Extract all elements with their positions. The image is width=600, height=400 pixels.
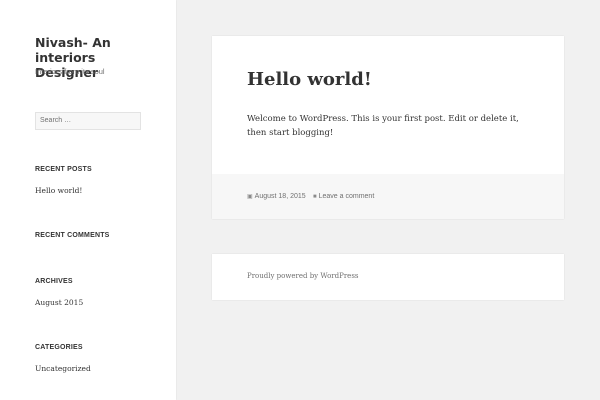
sidebar: Nivash- An interiors Designer Interiors … bbox=[0, 0, 176, 400]
search-input[interactable]: Search … bbox=[35, 112, 141, 130]
post-meta: ▣ August 18, 2015 ■ Leave a comment bbox=[212, 174, 564, 219]
post-date[interactable]: ▣ August 18, 2015 bbox=[247, 193, 306, 200]
recent-post-link[interactable]: Hello world! bbox=[35, 186, 82, 195]
archive-link[interactable]: August 2015 bbox=[35, 298, 83, 307]
post-card: Hello world! Welcome to WordPress. This … bbox=[212, 36, 564, 219]
post-title[interactable]: Hello world! bbox=[247, 69, 372, 90]
categories-heading: CATEGORIES bbox=[35, 344, 83, 351]
post-content: Welcome to WordPress. This is your first… bbox=[247, 114, 519, 138]
comment-link-text[interactable]: Leave a comment bbox=[319, 193, 375, 200]
calendar-icon: ▣ bbox=[247, 194, 253, 200]
site-description: Interiors from its soul bbox=[35, 67, 105, 76]
speech-bubble-icon: ■ bbox=[313, 194, 317, 200]
category-link[interactable]: Uncategorized bbox=[35, 364, 91, 373]
powered-by-link[interactable]: Proudly powered by WordPress bbox=[247, 272, 359, 280]
recent-comments-heading: RECENT COMMENTS bbox=[35, 232, 110, 239]
archives-heading: ARCHIVES bbox=[35, 278, 73, 285]
post-date-text[interactable]: August 18, 2015 bbox=[255, 193, 306, 200]
recent-posts-heading: RECENT POSTS bbox=[35, 166, 92, 173]
comment-link[interactable]: ■ Leave a comment bbox=[313, 193, 374, 200]
site-footer: Proudly powered by WordPress bbox=[212, 254, 564, 300]
